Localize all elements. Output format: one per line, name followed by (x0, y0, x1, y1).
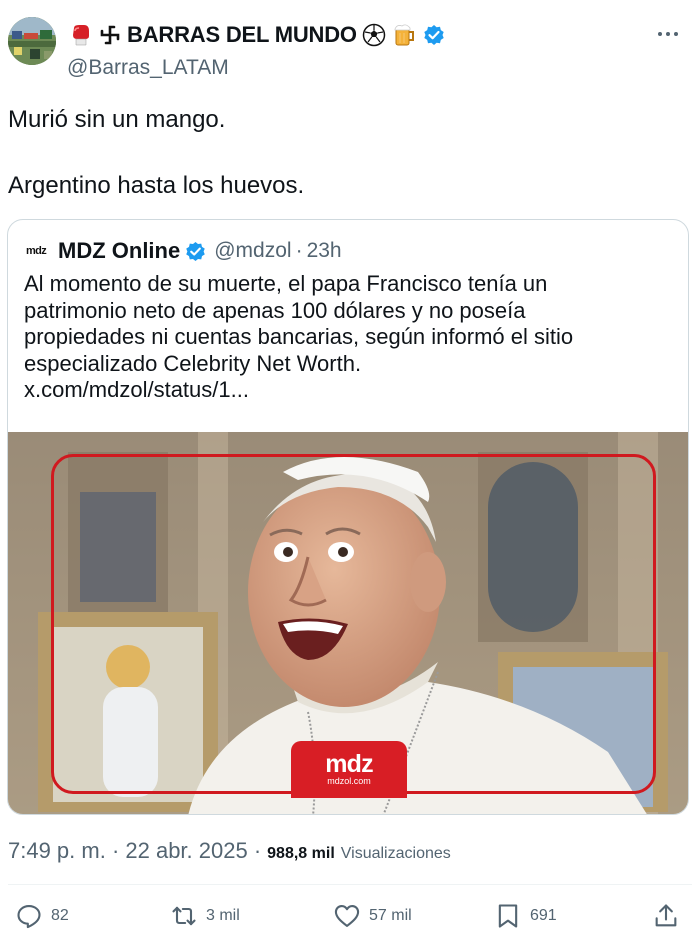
quoted-text-line: propiedades ni cuentas bancarias, según … (24, 324, 574, 349)
repost-count: 3 mil (206, 907, 240, 924)
verified-badge-icon (421, 22, 447, 48)
bookmark-icon (498, 904, 518, 928)
verified-badge-icon (184, 240, 206, 262)
mdz-badge-url: mdzol.com (327, 776, 371, 786)
quoted-tweet-image[interactable]: mdz mdzol.com (8, 432, 688, 814)
tweet-text-line: Argentino hasta los huevos. (8, 172, 305, 199)
reply-button[interactable]: 82 (15, 898, 69, 934)
beer-mug-icon (391, 22, 417, 48)
author-name-row[interactable]: BARRAS DEL MUNDO (67, 20, 447, 50)
quoted-tweet-text: Al momento de su muerte, el papa Francis… (24, 271, 674, 404)
avatar-image (8, 17, 56, 65)
mdz-watermark-badge: mdz mdzol.com (291, 741, 407, 798)
author-handle[interactable]: @Barras_LATAM (67, 56, 229, 80)
more-dot-icon (666, 32, 670, 36)
quoted-text-line: Al momento de su muerte, el papa Francis… (24, 271, 548, 296)
like-count: 57 mil (369, 907, 412, 924)
quoted-tweet-link[interactable]: x.com/mdzol/status/1... (24, 377, 674, 404)
tweet-meta: 7:49 p. m. · 22 abr. 2025 · 988,8 mil Vi… (8, 838, 451, 864)
more-options-button[interactable] (648, 22, 688, 46)
repost-icon (172, 906, 196, 926)
heart-icon (334, 905, 360, 927)
separator-dot: · (295, 239, 303, 262)
quoted-tweet-header: mdz MDZ Online @mdzol · 23h (26, 237, 342, 265)
views-label: Visualizaciones (340, 845, 451, 862)
share-icon (655, 904, 677, 927)
tweet-timestamp[interactable]: 7:49 p. m. · 22 abr. 2025 · (8, 838, 261, 864)
repost-button[interactable]: 3 mil (170, 898, 240, 934)
soccer-ball-icon (361, 22, 387, 48)
like-button[interactable]: 57 mil (333, 898, 412, 934)
bookmark-button[interactable]: 691 (494, 898, 557, 934)
bookmark-count: 691 (530, 907, 557, 924)
mdz-badge-logo: mdz (325, 750, 373, 778)
tweet-text: Murió sin un mango. Argentino hasta los … (8, 104, 688, 202)
quoted-text-line: patrimonio neto de apenas 100 dólares y … (24, 297, 526, 323)
reply-icon (17, 905, 41, 929)
more-dot-icon (674, 32, 678, 36)
quoted-author-avatar[interactable]: mdz (26, 244, 50, 258)
divider (8, 884, 692, 885)
author-avatar[interactable] (8, 17, 56, 65)
share-button[interactable] (652, 898, 680, 934)
quoted-author-handle[interactable]: @mdzol (214, 239, 291, 263)
quoted-tweet-time[interactable]: 23h (307, 239, 342, 263)
tweet-text-line: Murió sin un mango. (8, 106, 226, 133)
reply-count: 82 (51, 907, 69, 924)
quoted-text-line: especializado Celebrity Net Worth. (24, 350, 362, 376)
quoted-tweet-card[interactable]: mdz MDZ Online @mdzol · 23h Al momento d… (7, 219, 689, 815)
boxing-glove-icon (67, 22, 93, 48)
sun-icon (97, 22, 123, 48)
quoted-author-name[interactable]: MDZ Online (58, 238, 180, 264)
more-dot-icon (658, 32, 662, 36)
views-count: 988,8 mil (267, 845, 335, 862)
author-display-name[interactable]: BARRAS DEL MUNDO (127, 22, 357, 48)
